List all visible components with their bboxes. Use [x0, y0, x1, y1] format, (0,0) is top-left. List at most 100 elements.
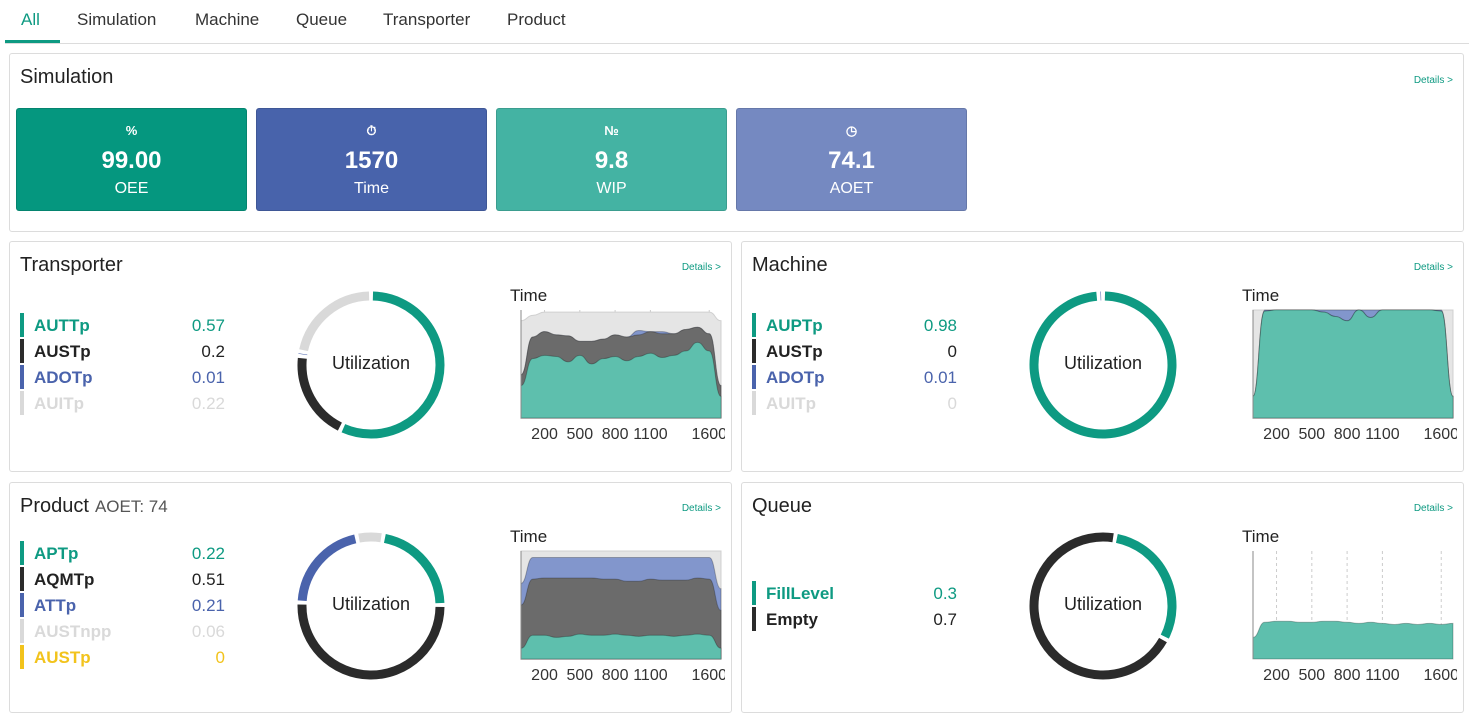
- legend-item-attp[interactable]: ATTp 0.21: [20, 593, 225, 617]
- legend-item-filllevel[interactable]: FillLevel 0.3: [752, 581, 957, 605]
- legend-name: Empty: [766, 610, 818, 629]
- legend-item-austp[interactable]: AUSTp 0: [752, 339, 957, 363]
- kpi-wip-tile[interactable]: № 9.8 WIP: [496, 108, 727, 211]
- legend-value: 0: [215, 648, 225, 667]
- x-tick-label: 1100: [1365, 667, 1400, 684]
- legend-name: AQMTp: [34, 570, 95, 589]
- legend-color-marker: [752, 313, 756, 337]
- legend-value: 0.06: [191, 622, 225, 641]
- x-tick-label: 500: [1298, 426, 1325, 443]
- tab-machine[interactable]: Machine: [195, 10, 259, 30]
- legend-item-aptp[interactable]: APTp 0.22: [20, 541, 225, 565]
- tab-product[interactable]: Product: [507, 10, 566, 30]
- x-tick-label: 1100: [633, 426, 668, 443]
- legend-item-austp[interactable]: AUSTp 0.2: [20, 339, 225, 363]
- kpi-time-tile[interactable]: ⏱ 1570 Time: [256, 108, 487, 211]
- x-tick-label: 200: [1263, 426, 1290, 443]
- legend-item-adotp[interactable]: ADOTp 0.01: [752, 365, 957, 389]
- tab-simulation[interactable]: Simulation: [77, 10, 156, 30]
- legend-value: 0: [947, 394, 957, 413]
- simulation-details-link[interactable]: Details >: [1414, 75, 1453, 86]
- kpi-time-label: Time: [354, 180, 389, 197]
- legend-item-auttp[interactable]: AUTTp 0.57: [20, 313, 225, 337]
- x-tick-label: 800: [1334, 426, 1361, 443]
- legend-item-auptp[interactable]: AUPTp 0.98: [752, 313, 957, 337]
- legend-item-austp[interactable]: AUSTp 0: [20, 645, 225, 669]
- active-tab-indicator: [5, 40, 60, 43]
- machine-donut-label: Utilization: [1063, 353, 1143, 373]
- donut-segment-filllevel[interactable]: [1115, 534, 1177, 639]
- queue-donut-label: Utilization: [1063, 594, 1143, 614]
- legend-value: 0.01: [191, 368, 225, 387]
- x-tick-label: 1600: [1423, 667, 1457, 684]
- legend-value: 0.3: [933, 584, 957, 603]
- legend-name: AUPTp: [766, 316, 823, 335]
- kpi-aoet-tile[interactable]: ◷ 74.1 AOET: [736, 108, 967, 211]
- queue-time-chart: 200 500 800 1100 1600: [1252, 551, 1457, 684]
- legend-value: 0.7: [933, 610, 957, 629]
- transporter-time-chart: 200 500 800 1100 1600: [520, 310, 725, 443]
- main-tabs: All Simulation Machine Queue Transporter…: [5, 0, 1469, 44]
- simulation-title: Simulation: [20, 66, 114, 88]
- kpi-oee-value: 99.00: [101, 147, 162, 174]
- x-tick-label: 500: [566, 667, 593, 684]
- legend-name: AUITp: [766, 394, 817, 413]
- machine-details-link[interactable]: Details >: [1414, 262, 1453, 273]
- legend-item-aqmtp[interactable]: AQMTp 0.51: [20, 567, 225, 591]
- legend-value: 0.57: [191, 316, 225, 335]
- product-card: Product AOET: 74 Details > APTp 0.22 AQMTp 0…: [9, 482, 732, 713]
- legend-color-marker: [752, 339, 756, 363]
- kpi-wip-label: WIP: [596, 180, 627, 197]
- legend-item-austnpp[interactable]: AUSTnpp 0.06: [20, 619, 225, 643]
- x-tick-label: 200: [531, 426, 558, 443]
- tab-transporter[interactable]: Transporter: [383, 10, 470, 30]
- legend-item-empty[interactable]: Empty 0.7: [752, 607, 957, 631]
- legend-item-adotp[interactable]: ADOTp 0.01: [20, 365, 225, 389]
- x-tick-label: 1100: [1365, 426, 1400, 443]
- donut-segment-attp[interactable]: [297, 534, 357, 602]
- x-tick-label: 800: [602, 667, 629, 684]
- kpi-oee-tile[interactable]: % 99.00 OEE: [16, 108, 247, 211]
- donut-segment-austnpp[interactable]: [358, 532, 382, 543]
- transporter-title: Transporter: [20, 254, 123, 276]
- legend-color-marker: [20, 365, 24, 389]
- donut-segment-auitp[interactable]: [299, 291, 370, 352]
- kpi-aoet-label: AOET: [829, 180, 874, 197]
- product-chart-title: Time: [510, 527, 548, 546]
- kpi-wip-value: 9.8: [594, 147, 629, 174]
- x-tick-label: 800: [1334, 667, 1361, 684]
- transporter-card: Transporter Details > AUTTp 0.57 AUSTp 0.2 A…: [9, 241, 732, 472]
- legend-color-marker: [752, 391, 756, 415]
- clock-icon: ◷: [845, 123, 858, 138]
- transporter-details-link[interactable]: Details >: [682, 262, 721, 273]
- legend-name: AUTTp: [34, 316, 90, 335]
- legend-value: 0.51: [191, 570, 225, 589]
- legend-color-marker: [20, 645, 24, 669]
- legend-name: AUSTp: [34, 648, 91, 667]
- kpi-oee-label: OEE: [114, 180, 149, 197]
- product-title-text: Product: [20, 495, 89, 517]
- x-tick-label: 1600: [691, 426, 725, 443]
- legend-value: 0.22: [191, 394, 225, 413]
- queue-details-link[interactable]: Details >: [1414, 503, 1453, 514]
- kpi-time-value: 1570: [344, 147, 399, 174]
- legend-value: 0.21: [191, 596, 225, 615]
- product-details-link[interactable]: Details >: [682, 503, 721, 514]
- tab-all[interactable]: All: [21, 10, 40, 30]
- tab-queue[interactable]: Queue: [296, 10, 347, 30]
- legend-item-auitp[interactable]: AUITp 0.22: [20, 391, 225, 415]
- machine-card: Machine Details > AUPTp 0.98 AUSTp 0 ADOTp 0.…: [741, 241, 1464, 472]
- product-aoet-subtitle: AOET: 74: [94, 497, 168, 516]
- kpi-aoet-value: 74.1: [828, 147, 875, 174]
- product-donut-label: Utilization: [331, 594, 411, 614]
- legend-name: AUSTnpp: [34, 622, 112, 641]
- legend-color-marker: [752, 581, 756, 605]
- legend-item-auitp[interactable]: AUITp 0: [752, 391, 957, 415]
- area-series-auptp: [1252, 309, 1454, 419]
- donut-segment-aqmtp[interactable]: [297, 604, 445, 680]
- legend-color-marker: [20, 339, 24, 363]
- area-series-filllevel: [1252, 620, 1454, 660]
- simulation-card: Simulation Details > % 99.00 OEE ⏱ 1570 …: [9, 53, 1464, 232]
- machine-time-chart: 200 500 800 1100 1600: [1252, 309, 1457, 443]
- queue-card: Queue Details > FillLevel 0.3 Empty 0.7 Uti…: [741, 482, 1464, 713]
